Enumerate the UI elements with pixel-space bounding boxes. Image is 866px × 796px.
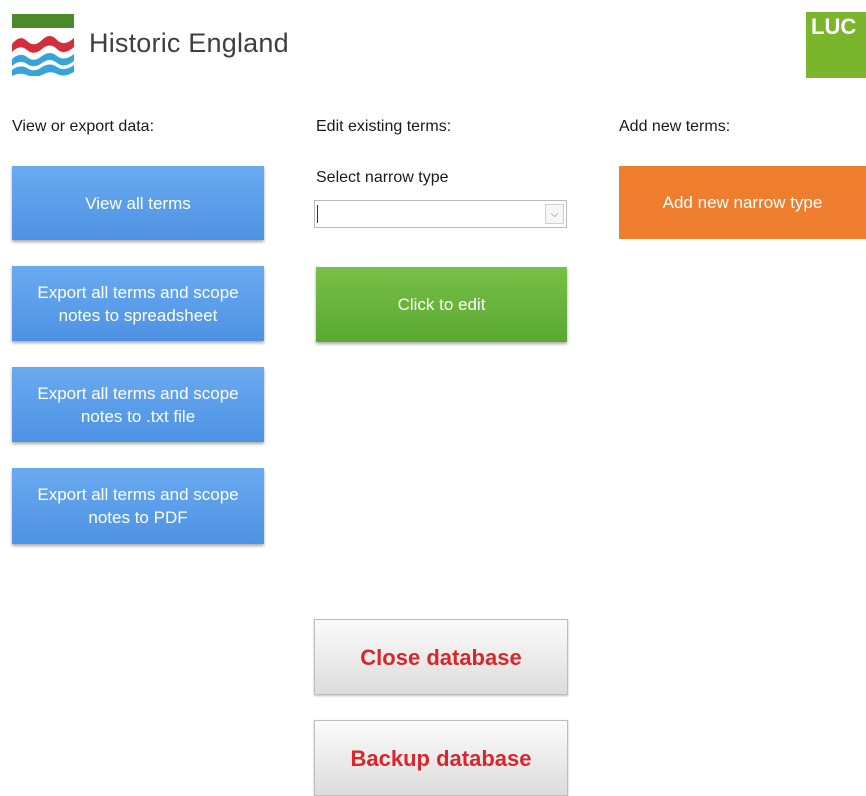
add-new-narrow-type-button[interactable]: Add new narrow type (619, 166, 866, 239)
export-txt-label: Export all terms and scope notes to .txt… (37, 383, 239, 426)
export-pdf-label: Export all terms and scope notes to PDF (37, 485, 239, 527)
click-to-edit-label: Click to edit (397, 295, 486, 314)
chevron-down-icon[interactable]: ⌵ (545, 204, 564, 224)
view-export-heading: View or export data: (12, 118, 155, 135)
close-database-button[interactable]: Close database (314, 619, 568, 695)
select-narrow-type-label: Select narrow type (316, 169, 449, 186)
historic-england-logo-icon (12, 14, 74, 77)
brand-name: Historic England (89, 28, 289, 58)
backup-database-label: Backup database (350, 745, 532, 771)
click-to-edit-button[interactable]: Click to edit (316, 267, 567, 342)
narrow-type-select[interactable]: ⌵ (314, 200, 567, 228)
export-txt-button[interactable]: Export all terms and scope notes to .txt… (12, 367, 264, 442)
view-all-terms-label: View all terms (85, 193, 191, 213)
edit-existing-heading: Edit existing terms: (316, 118, 452, 135)
export-pdf-button[interactable]: Export all terms and scope notes to PDF (12, 468, 264, 544)
export-spreadsheet-button[interactable]: Export all terms and scope notes to spre… (12, 266, 264, 341)
text-cursor (317, 205, 318, 223)
luc-logo: LUC (806, 12, 866, 78)
backup-database-button[interactable]: Backup database (314, 720, 568, 796)
view-all-terms-button[interactable]: View all terms (12, 166, 264, 240)
add-new-narrow-type-label: Add new narrow type (662, 193, 823, 212)
close-database-label: Close database (360, 644, 522, 670)
add-new-heading: Add new terms: (619, 118, 731, 135)
export-spreadsheet-label: Export all terms and scope notes to spre… (37, 282, 239, 325)
